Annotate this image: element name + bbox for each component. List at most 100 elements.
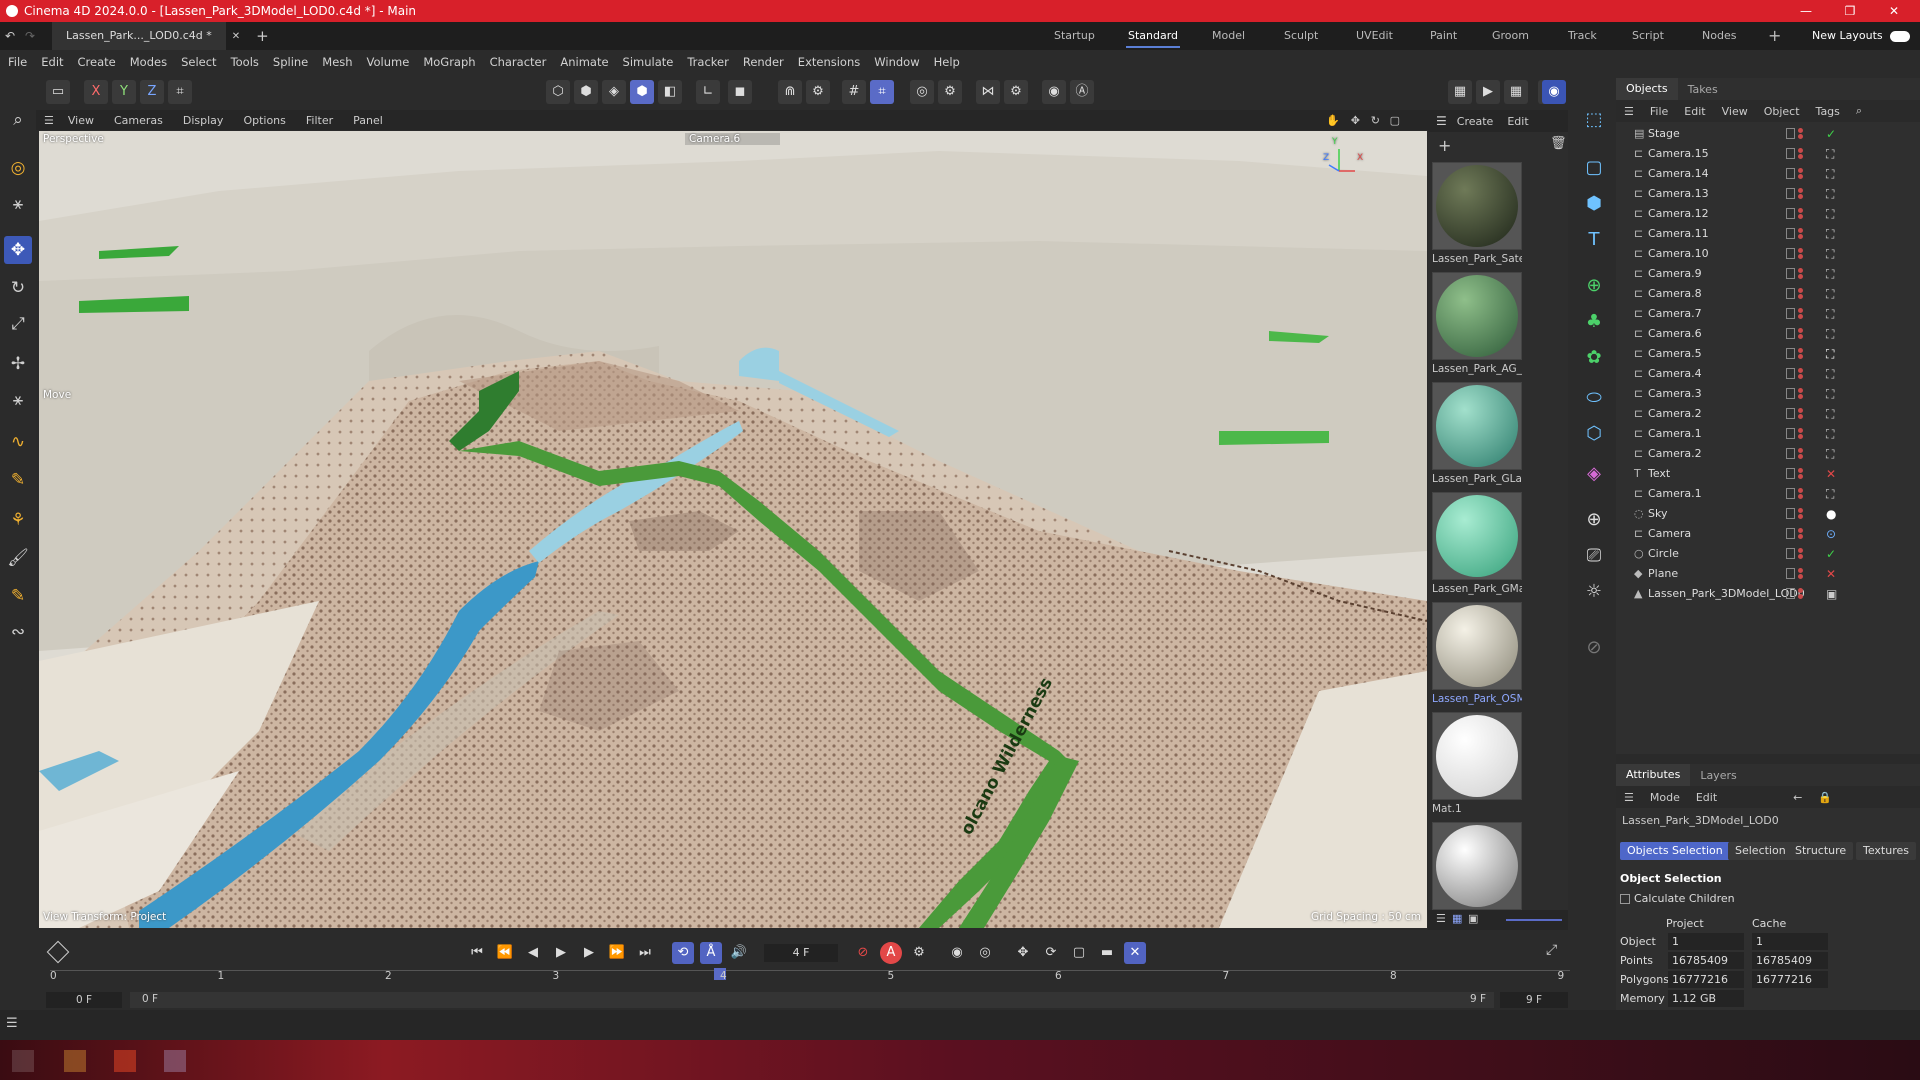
object-tag-icon[interactable]: ●	[1826, 504, 1836, 524]
field-create-icon[interactable]: ⬡	[1580, 420, 1608, 448]
object-row[interactable]: ⊏ Camera.7 ⛶	[1616, 304, 1920, 324]
lock-z-axis-button[interactable]: Z	[140, 80, 164, 104]
previous-key-icon[interactable]: ⏪	[494, 942, 516, 964]
object-tag-icon[interactable]: ⛶	[1826, 184, 1834, 204]
disabled-tool-icon[interactable]: ⊘	[1580, 634, 1608, 662]
workplane-settings-icon[interactable]: ⚙	[1004, 80, 1028, 104]
viewport-perspective-label[interactable]: Perspective	[43, 133, 104, 145]
layout-tab-nodes[interactable]: Nodes	[1702, 22, 1736, 50]
object-row[interactable]: ⊏ Camera.12 ⛶	[1616, 204, 1920, 224]
layout-tab-groom[interactable]: Groom	[1492, 22, 1529, 50]
object-tag-icon[interactable]: ✓	[1826, 544, 1836, 564]
material-item[interactable]: Lassen_Park_Satel	[1432, 162, 1522, 268]
object-row[interactable]: T Text ✕	[1616, 464, 1920, 484]
cloner-create-icon[interactable]: ♣	[1580, 308, 1608, 336]
record-icon[interactable]: ⊘	[852, 942, 874, 964]
taskbar-c4d-icon[interactable]	[114, 1050, 136, 1072]
menu-extensions[interactable]: Extensions	[798, 55, 860, 69]
layer-icon[interactable]	[1786, 428, 1795, 439]
attributes-menu-mode[interactable]: Mode	[1650, 791, 1680, 804]
motion-system-icon[interactable]: ▬	[1096, 942, 1118, 964]
move-tool-icon[interactable]: ✥	[4, 236, 32, 264]
param-key-icon[interactable]: ⟳	[1040, 942, 1062, 964]
object-tag-icon[interactable]: ⛶	[1826, 384, 1834, 404]
material-item[interactable]: Lassen_Park_GMa	[1432, 492, 1522, 598]
tab-layers[interactable]: Layers	[1690, 769, 1746, 782]
visibility-dots-icon[interactable]	[1798, 588, 1804, 600]
status-menu-icon[interactable]: ☰	[6, 1016, 18, 1031]
menu-volume[interactable]: Volume	[367, 55, 410, 69]
visibility-dots-icon[interactable]	[1798, 368, 1804, 380]
object-row[interactable]: ⊏ Camera.11 ⛶	[1616, 224, 1920, 244]
document-tab[interactable]: Lassen_Park..._LOD0.c4d *	[52, 22, 226, 50]
polygons-mode-icon[interactable]: ◈	[602, 80, 626, 104]
viewport-menu-options[interactable]: Options	[243, 114, 285, 127]
object-row[interactable]: ⊏ Camera.14 ⛶	[1616, 164, 1920, 184]
object-row[interactable]: ◌ Sky ●	[1616, 504, 1920, 524]
layer-icon[interactable]	[1786, 508, 1795, 519]
layout-tab-track[interactable]: Track	[1568, 22, 1597, 50]
object-row[interactable]: ⊏ Camera.4 ⛶	[1616, 364, 1920, 384]
render-to-picture-viewer-icon[interactable]: ▶	[1476, 80, 1500, 104]
play-icon[interactable]: ▶	[550, 942, 572, 964]
material-item[interactable]: Lassen_Park_AG_L	[1432, 272, 1522, 378]
material-thumbnail[interactable]	[1432, 272, 1522, 360]
tab-attributes[interactable]: Attributes	[1616, 764, 1691, 786]
autokey-icon[interactable]: A	[880, 942, 902, 964]
object-tag-icon[interactable]: ⛶	[1826, 304, 1834, 324]
object-tag-icon[interactable]: ⛶	[1826, 484, 1834, 504]
viewport-menu-panel[interactable]: Panel	[353, 114, 383, 127]
rotate-tool-icon[interactable]: ↻	[4, 274, 32, 302]
layer-icon[interactable]	[1786, 208, 1795, 219]
layer-icon[interactable]	[1786, 328, 1795, 339]
object-row[interactable]: ○ Circle ✓	[1616, 544, 1920, 564]
material-thumbnail[interactable]	[1432, 382, 1522, 470]
object-row[interactable]: ▲ Lassen_Park_3DModel_LOD0 ▣	[1616, 584, 1920, 604]
grid-snap-icon[interactable]: ⌗	[870, 80, 894, 104]
menu-tracker[interactable]: Tracker	[687, 55, 729, 69]
symmetry-icon[interactable]: ⋈	[976, 80, 1000, 104]
objects-menu-file[interactable]: File	[1650, 105, 1668, 118]
visibility-dots-icon[interactable]	[1798, 568, 1804, 580]
transform-tool-icon[interactable]: ✢	[4, 350, 32, 378]
maximize-icon[interactable]: ❐	[1830, 0, 1870, 22]
go-to-end-icon[interactable]: ⏭	[634, 942, 656, 964]
live-selection-icon[interactable]: ◎	[4, 154, 32, 182]
layer-icon[interactable]	[1786, 388, 1795, 399]
position-key-icon[interactable]: ◉	[946, 942, 968, 964]
objects-menu-tags[interactable]: Tags	[1816, 105, 1840, 118]
visibility-dots-icon[interactable]	[1798, 168, 1804, 180]
layer-icon[interactable]	[1786, 408, 1795, 419]
keyframe-settings-icon[interactable]: ⚙	[908, 942, 930, 964]
visibility-dots-icon[interactable]	[1798, 208, 1804, 220]
objects-search-icon[interactable]: ⌕	[1856, 104, 1862, 118]
document-mode-icon[interactable]: ▭	[46, 80, 70, 104]
3d-viewport[interactable]: Perspective Camera.6 Move View Transform…	[39, 131, 1427, 928]
material-thumbnail[interactable]	[1432, 162, 1522, 250]
layer-icon[interactable]	[1786, 568, 1795, 579]
layer-icon[interactable]	[1786, 348, 1795, 359]
object-tag-icon[interactable]: ⛶	[1826, 404, 1834, 424]
visibility-dots-icon[interactable]	[1798, 228, 1804, 240]
undo-icon[interactable]: ↶	[0, 29, 20, 43]
snap-tool-icon[interactable]: ⚹	[4, 386, 32, 414]
attributes-menu-icon[interactable]: ☰	[1624, 791, 1634, 804]
objects-menu-object[interactable]: Object	[1764, 105, 1800, 118]
redo-icon[interactable]: ↷	[20, 29, 40, 43]
subtab-objects-selection[interactable]: Objects Selection	[1620, 842, 1730, 860]
scale-key-icon[interactable]: ✥	[1012, 942, 1034, 964]
layer-icon[interactable]	[1786, 548, 1795, 559]
menu-spline[interactable]: Spline	[273, 55, 308, 69]
spline-tools-icon[interactable]: ⚘	[4, 506, 32, 534]
calculate-children-checkbox[interactable]	[1620, 894, 1630, 904]
viewport-pan-icon[interactable]: ✋	[1326, 114, 1340, 127]
add-tab-icon[interactable]: +	[246, 27, 279, 45]
layer-icon[interactable]	[1786, 288, 1795, 299]
layer-icon[interactable]	[1786, 148, 1795, 159]
uv-mode-icon[interactable]: ◧	[658, 80, 682, 104]
visibility-dots-icon[interactable]	[1798, 248, 1804, 260]
subtab-selection[interactable]: Selection	[1728, 842, 1793, 860]
object-row[interactable]: ⊏ Camera.10 ⛶	[1616, 244, 1920, 264]
layer-icon[interactable]	[1786, 468, 1795, 479]
subtab-structure[interactable]: Structure	[1788, 842, 1854, 860]
